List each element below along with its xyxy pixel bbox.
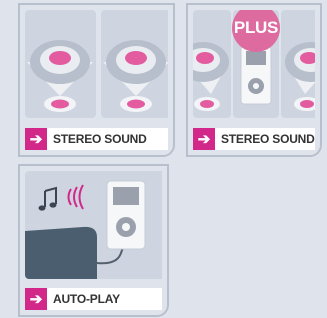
speaker-left-image (25, 10, 96, 118)
caption-bar[interactable]: ➔ STEREO SOUND (25, 128, 168, 150)
arrow-right-icon: ➔ (25, 128, 47, 150)
music-note-icon (38, 186, 57, 211)
speaker-left-image (193, 10, 231, 118)
feature-card-stereo-sound[interactable]: ➔ STEREO SOUND (18, 3, 175, 157)
arrow-right-icon: ➔ (25, 288, 47, 310)
caption-bar[interactable]: ➔ AUTO-PLAY (25, 288, 162, 310)
caption-label: STEREO SOUND (53, 132, 147, 146)
feature-card-auto-play[interactable]: ➔ AUTO-PLAY (18, 164, 169, 317)
feature-card-stereo-sound-plus[interactable]: PLUS ➔ STEREO SOUND (186, 3, 322, 157)
auto-play-image (25, 171, 162, 279)
caption-label: AUTO-PLAY (53, 292, 120, 306)
speaker-right-image (281, 10, 315, 118)
caption-label: STEREO SOUND (221, 132, 315, 146)
speaker-right-image (101, 10, 168, 118)
caption-bar[interactable]: ➔ STEREO SOUND (193, 128, 315, 150)
arrow-right-icon: ➔ (193, 128, 215, 150)
